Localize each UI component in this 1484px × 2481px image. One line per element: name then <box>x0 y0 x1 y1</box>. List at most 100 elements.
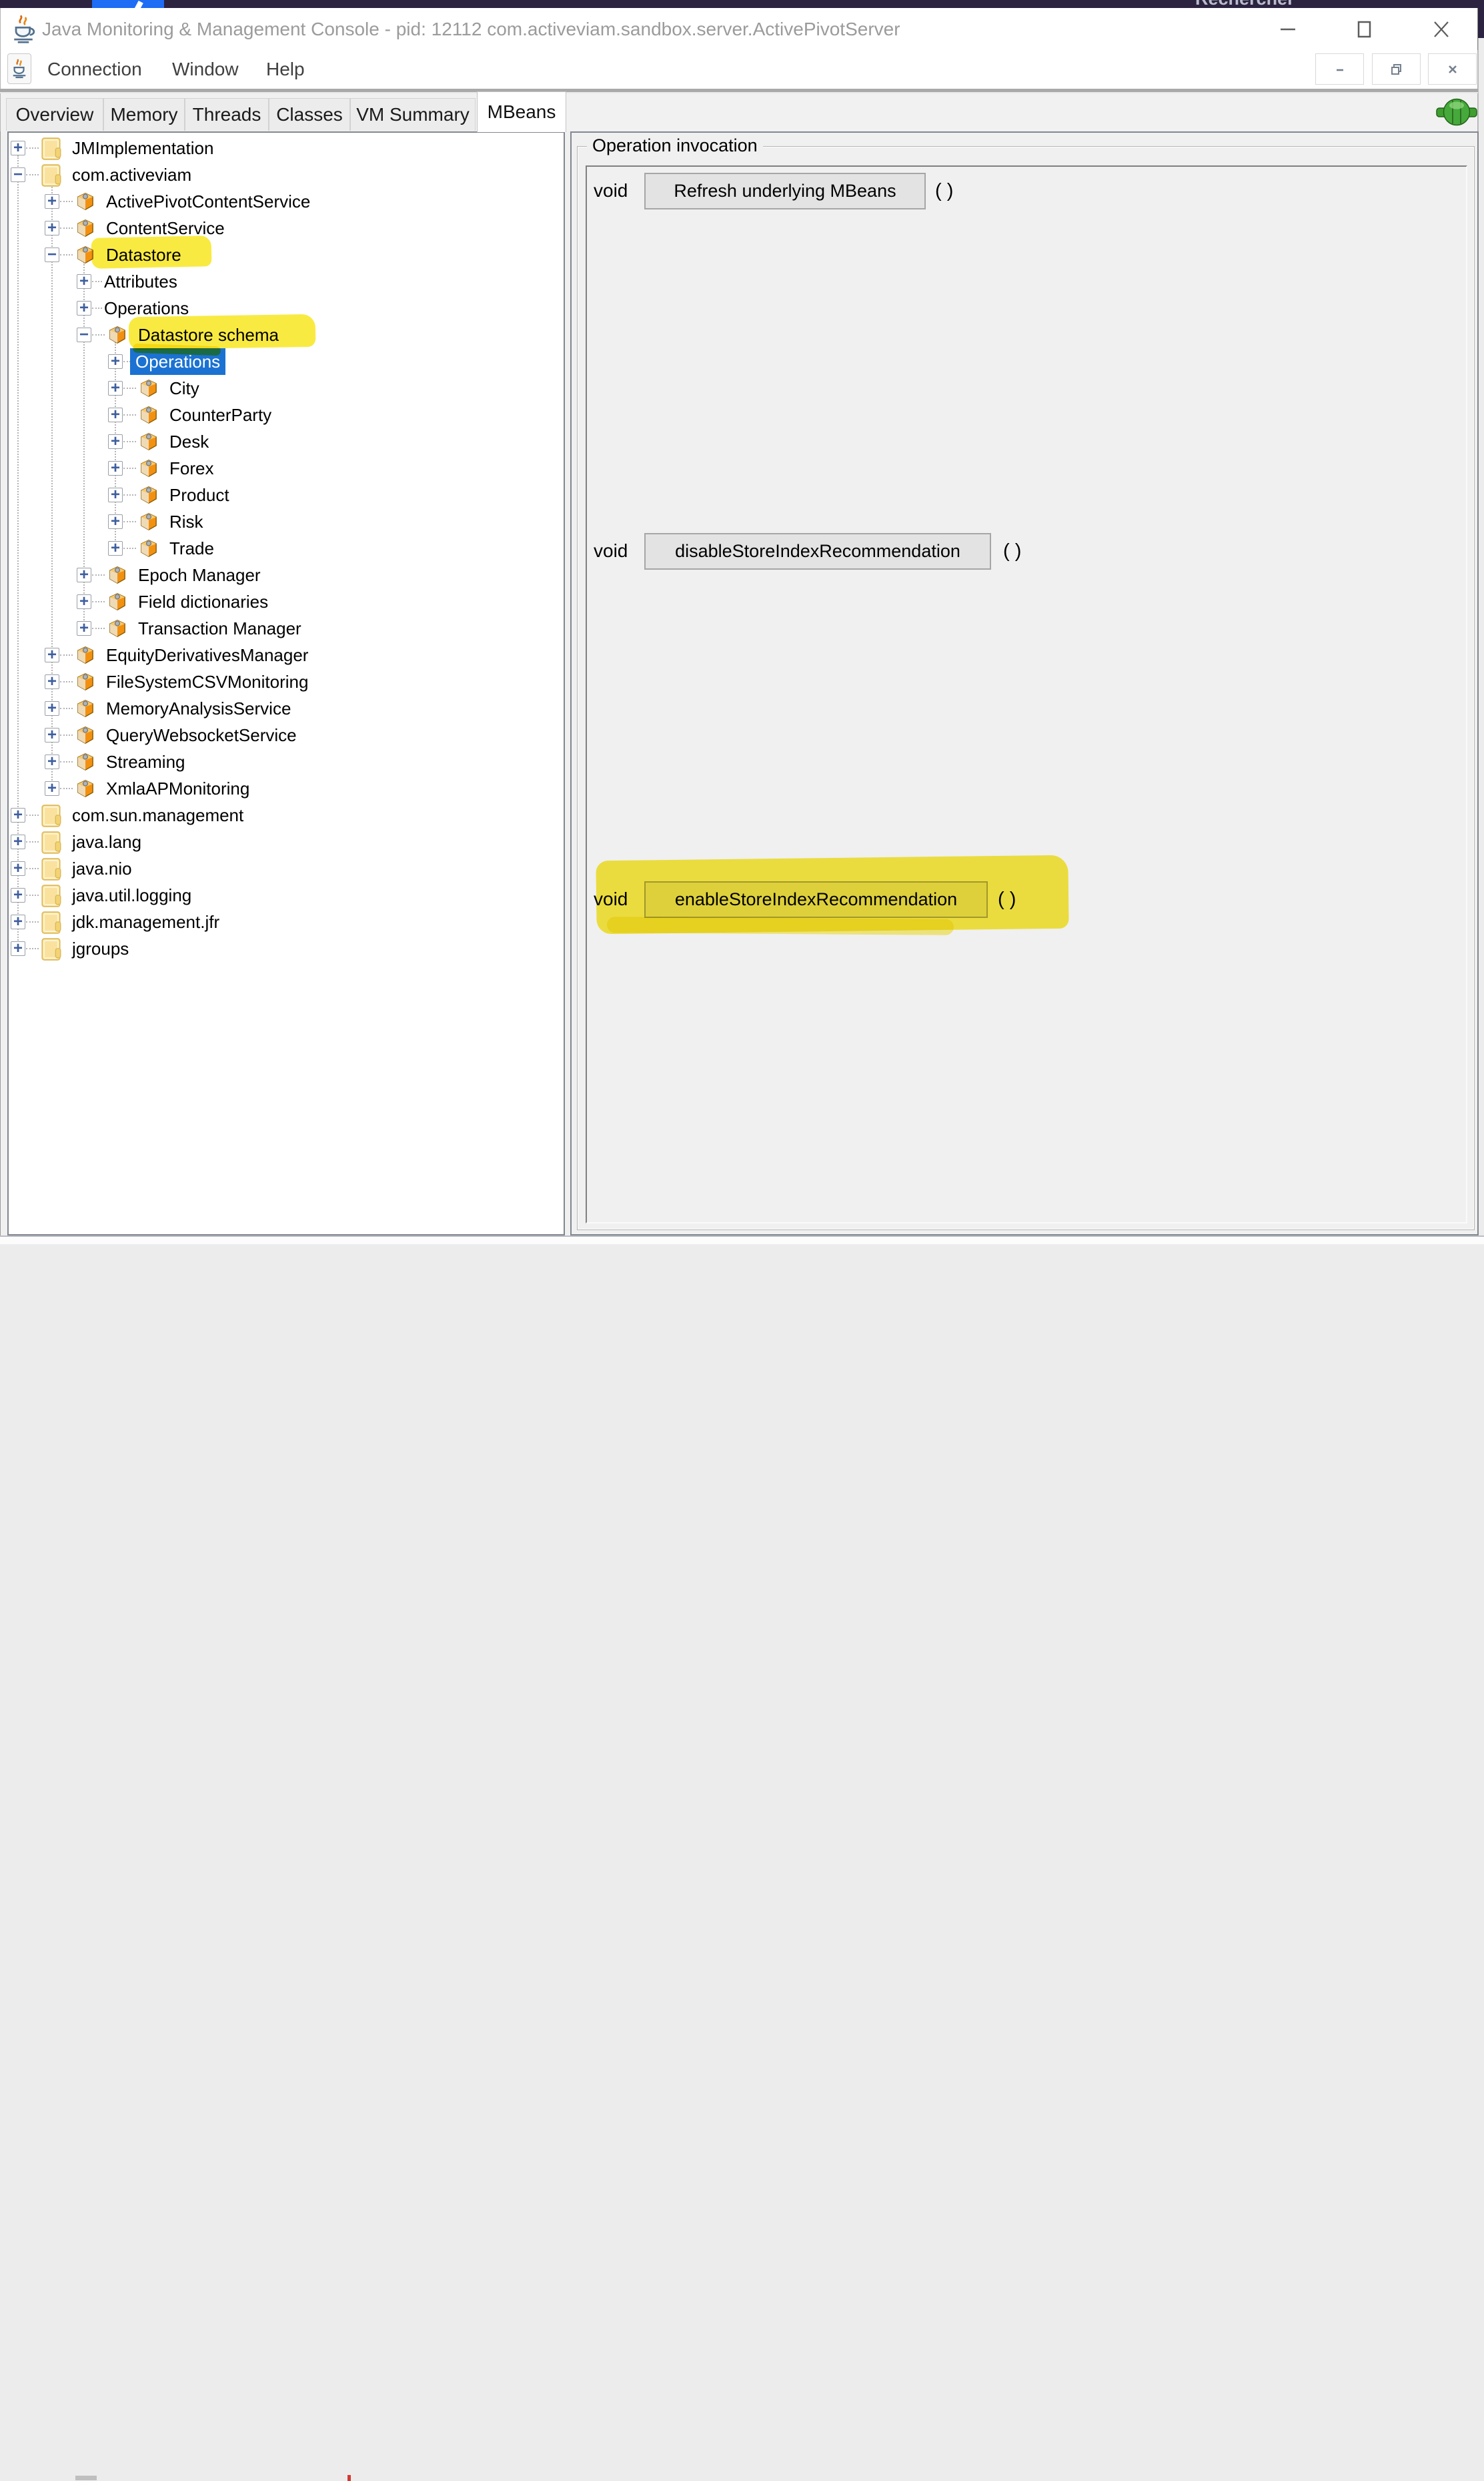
tab-vm-summary[interactable]: VM Summary <box>350 98 476 131</box>
expand-toggle-icon[interactable]: + <box>108 408 123 422</box>
expand-toggle-icon[interactable]: + <box>11 915 25 929</box>
window-title: Java Monitoring & Management Console - p… <box>42 8 900 50</box>
expand-toggle-icon[interactable]: + <box>108 514 123 529</box>
expand-toggle-icon[interactable]: + <box>11 835 25 849</box>
tree-node-label-streaming[interactable]: Streaming <box>106 749 185 775</box>
tab-memory[interactable]: Memory <box>103 98 185 131</box>
tree-node-label-jgroups[interactable]: jgroups <box>72 935 129 962</box>
tree-node-label-risk[interactable]: Risk <box>169 508 203 535</box>
tree-node-label-datastore-schema[interactable]: Datastore schema <box>138 322 279 348</box>
expand-toggle-icon[interactable]: + <box>45 728 59 742</box>
expand-toggle-icon[interactable]: + <box>108 461 123 476</box>
mbean-icon <box>74 190 97 213</box>
tab-overview[interactable]: Overview <box>6 98 103 131</box>
tree-node-label-activepivotcontentservice[interactable]: ActivePivotContentService <box>106 188 310 215</box>
tab-threads[interactable]: Threads <box>185 98 269 131</box>
tree-row-trade: + Trade <box>9 535 564 562</box>
tree-node-label-memoryanalysisservice[interactable]: MemoryAnalysisService <box>106 695 291 722</box>
expand-toggle-icon[interactable]: + <box>77 621 91 636</box>
tree-node-label-contentservice[interactable]: ContentService <box>106 215 225 241</box>
tree-node-label-forex[interactable]: Forex <box>169 455 213 482</box>
menu-window[interactable]: Window <box>172 50 239 89</box>
tree-node-label-field-dictionaries[interactable]: Field dictionaries <box>138 588 268 615</box>
tree-node-label-operations[interactable]: Operations <box>130 348 225 375</box>
mbean-icon <box>137 404 160 426</box>
expand-toggle-icon[interactable]: + <box>108 488 123 502</box>
expand-toggle-icon[interactable]: + <box>11 941 25 956</box>
tree-node-label-java-nio[interactable]: java.nio <box>72 855 132 882</box>
expand-toggle-icon[interactable]: + <box>45 755 59 769</box>
tree-row-datastore-schema: − Datastore schema <box>9 322 564 348</box>
tree-node-label-java-util-logging[interactable]: java.util.logging <box>72 882 191 909</box>
expand-toggle-icon[interactable]: + <box>11 861 25 876</box>
tree-node-label-com-activeviam[interactable]: com.activeviam <box>72 161 191 188</box>
expand-toggle-icon[interactable]: + <box>108 434 123 449</box>
mbean-tree[interactable]: + JMImplementation − com.activeviam + ActiveP… <box>7 131 565 1235</box>
expand-toggle-icon[interactable]: + <box>45 648 59 662</box>
operation-button-refresh-underlying-mbeans[interactable]: Refresh underlying MBeans <box>644 173 926 209</box>
expand-toggle-icon[interactable]: + <box>11 888 25 903</box>
expand-toggle-icon[interactable]: + <box>11 808 25 823</box>
tree-connector-stub <box>26 895 39 896</box>
expand-toggle-icon[interactable]: + <box>11 141 25 155</box>
tree-node-label-com-sun-management[interactable]: com.sun.management <box>72 802 243 829</box>
tab-strip: OverviewMemoryThreadsClassesVM SummaryMB… <box>0 93 1478 131</box>
expand-toggle-icon[interactable]: + <box>77 594 91 609</box>
mbean-icon <box>137 457 160 480</box>
expand-toggle-icon[interactable]: + <box>77 301 91 316</box>
menu-connection[interactable]: Connection <box>47 50 142 89</box>
operation-return-type: void <box>594 878 628 921</box>
expand-toggle-icon[interactable]: + <box>77 274 91 289</box>
expand-toggle-icon[interactable]: + <box>45 194 59 209</box>
expand-toggle-icon[interactable]: + <box>108 541 123 556</box>
tree-connector-stub <box>26 147 39 149</box>
tree-connector-stub <box>26 868 39 869</box>
menu-help[interactable]: Help <box>266 50 305 89</box>
tree-node-label-filesystemcsvmonitoring[interactable]: FileSystemCSVMonitoring <box>106 668 308 695</box>
collapse-toggle-icon[interactable]: − <box>77 328 91 342</box>
window-minimize-button[interactable] <box>1269 15 1307 43</box>
tree-node-label-jdk-management-jfr[interactable]: jdk.management.jfr <box>72 909 219 935</box>
window-close-button[interactable] <box>1423 15 1460 43</box>
tree-node-label-desk[interactable]: Desk <box>169 428 209 455</box>
collapse-toggle-icon[interactable]: − <box>11 167 25 182</box>
tab-mbeans[interactable]: MBeans <box>477 91 566 132</box>
tree-node-label-city[interactable]: City <box>169 375 199 402</box>
frame-restore-button[interactable] <box>1372 53 1421 85</box>
tree-node-label-datastore[interactable]: Datastore <box>106 241 181 268</box>
expand-toggle-icon[interactable]: + <box>45 674 59 689</box>
tree-node-label-querywebsocketservice[interactable]: QueryWebsocketService <box>106 722 297 749</box>
expand-toggle-icon[interactable]: + <box>77 568 91 582</box>
tree-connector-stub <box>92 628 105 629</box>
tree-connector-stub <box>60 201 73 202</box>
tab-classes[interactable]: Classes <box>269 98 350 131</box>
expand-toggle-icon[interactable]: + <box>108 381 123 396</box>
tree-connector-stub <box>60 681 73 682</box>
tree-node-label-transaction-manager[interactable]: Transaction Manager <box>138 615 301 642</box>
tree-node-label-attributes[interactable]: Attributes <box>104 268 177 295</box>
expand-toggle-icon[interactable]: + <box>45 781 59 796</box>
operation-button-disablestoreindexrecommendation[interactable]: disableStoreIndexRecommendation <box>644 533 991 570</box>
tree-node-label-counterparty[interactable]: CounterParty <box>169 402 271 428</box>
expand-toggle-icon[interactable]: + <box>45 701 59 716</box>
tree-node-label-epoch-manager[interactable]: Epoch Manager <box>138 562 261 588</box>
frame-minimize-button[interactable] <box>1315 53 1364 85</box>
tree-node-label-xmlaapmonitoring[interactable]: XmlaAPMonitoring <box>106 775 249 802</box>
tree-node-label-product[interactable]: Product <box>169 482 229 508</box>
folder-icon <box>40 937 63 960</box>
expand-toggle-icon[interactable]: + <box>108 354 123 369</box>
collapse-toggle-icon[interactable]: − <box>45 247 59 262</box>
window-maximize-button[interactable] <box>1346 15 1383 43</box>
tree-node-label-operations[interactable]: Operations <box>104 295 189 322</box>
frame-close-button[interactable] <box>1428 53 1477 85</box>
tree-node-label-trade[interactable]: Trade <box>169 535 214 562</box>
mbeans-content: + JMImplementation − com.activeviam + ActiveP… <box>0 131 1478 1235</box>
operation-button-enablestoreindexrecommendation[interactable]: enableStoreIndexRecommendation <box>644 881 988 918</box>
tree-row-city: + City <box>9 375 564 402</box>
tree-node-label-equityderivativesmanager[interactable]: EquityDerivativesManager <box>106 642 308 668</box>
tree-node-label-jmimplementation[interactable]: JMImplementation <box>72 135 213 161</box>
tree-connector-stub <box>26 841 39 843</box>
expand-toggle-icon[interactable]: + <box>45 221 59 235</box>
tree-connector-stub <box>123 414 136 416</box>
tree-node-label-java-lang[interactable]: java.lang <box>72 829 141 855</box>
